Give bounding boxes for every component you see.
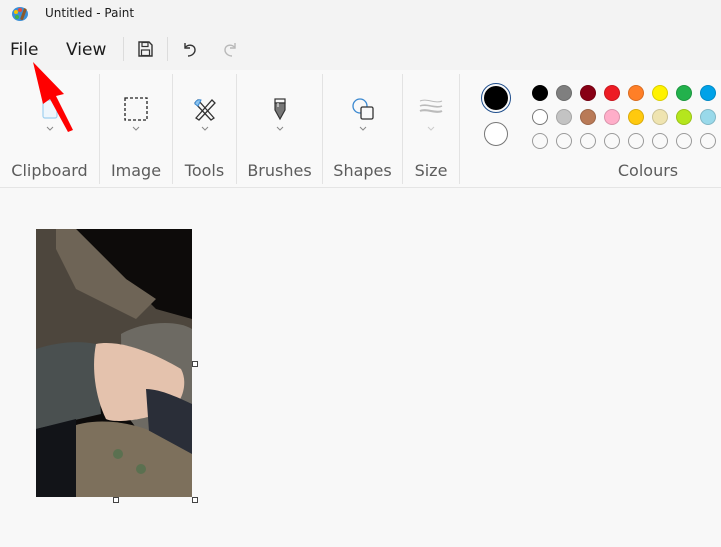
colour-swatch[interactable] — [580, 109, 596, 125]
colour-swatch[interactable] — [676, 85, 692, 101]
colour-swatch[interactable] — [652, 85, 668, 101]
colour-swatch[interactable] — [700, 109, 716, 125]
colours-group: Colours — [460, 70, 721, 188]
resize-handle-corner[interactable] — [192, 497, 198, 503]
colour-swatch[interactable] — [556, 85, 572, 101]
chevron-down-icon — [276, 126, 283, 131]
colour-swatch[interactable] — [604, 133, 620, 149]
menu-bar: File View — [0, 28, 721, 70]
clipboard-group[interactable]: Clipboard — [0, 74, 99, 184]
ribbon: Clipboard Image Tools Brushes Shapes Siz… — [0, 70, 721, 188]
brush-icon — [273, 98, 286, 121]
brushes-group[interactable]: Brushes — [237, 74, 322, 184]
image-group[interactable]: Image — [100, 74, 172, 184]
colour-swatch[interactable] — [604, 109, 620, 125]
colour-swatch[interactable] — [700, 85, 716, 101]
primary-colour[interactable] — [481, 83, 511, 113]
size-group[interactable]: Size — [403, 74, 459, 184]
colour-swatch[interactable] — [676, 109, 692, 125]
undo-icon[interactable] — [180, 39, 200, 59]
colour-swatch[interactable] — [556, 133, 572, 149]
menu-separator — [123, 37, 124, 61]
colours-label: Colours — [617, 161, 679, 180]
primary-colour-fill — [484, 86, 508, 110]
size-label: Size — [414, 161, 448, 180]
image-label: Image — [110, 161, 162, 180]
save-icon[interactable] — [135, 39, 155, 59]
colour-swatch[interactable] — [628, 133, 644, 149]
title-bar: Untitled - Paint — [0, 0, 721, 28]
chevron-down-icon — [46, 126, 53, 131]
colour-swatch[interactable] — [556, 109, 572, 125]
resize-handle-right[interactable] — [192, 361, 198, 367]
shapes-label: Shapes — [333, 161, 392, 180]
colour-swatch[interactable] — [580, 133, 596, 149]
shapes-group[interactable]: Shapes — [323, 74, 402, 184]
colour-swatch[interactable] — [604, 85, 620, 101]
colour-swatch[interactable] — [580, 85, 596, 101]
window-title: Untitled - Paint — [45, 6, 135, 20]
tools-label: Tools — [184, 161, 225, 180]
chevron-down-icon — [427, 126, 435, 131]
colour-swatch[interactable] — [700, 133, 716, 149]
menu-separator — [167, 37, 168, 61]
tools-icon — [193, 99, 216, 121]
paint-palette-icon — [12, 7, 28, 21]
chevron-down-icon — [359, 126, 366, 131]
colour-swatch[interactable] — [628, 85, 644, 101]
canvas-image[interactable] — [36, 229, 192, 497]
shapes-icon — [351, 98, 374, 120]
secondary-colour[interactable] — [484, 122, 508, 146]
colour-swatch[interactable] — [532, 85, 548, 101]
redo-icon[interactable] — [220, 39, 240, 59]
tools-group[interactable]: Tools — [173, 74, 236, 184]
chevron-down-icon — [201, 126, 208, 131]
menu-view[interactable]: View — [66, 40, 106, 60]
colour-swatch[interactable] — [652, 133, 668, 149]
colour-swatch[interactable] — [628, 109, 644, 125]
clipboard-label: Clipboard — [11, 161, 88, 180]
menu-file[interactable]: File — [10, 40, 38, 60]
size-icon — [419, 99, 443, 113]
colour-swatch[interactable] — [532, 109, 548, 125]
selection-icon — [124, 97, 148, 121]
resize-handle-bottom[interactable] — [113, 497, 119, 503]
clipboard-icon — [41, 99, 58, 119]
brushes-label: Brushes — [247, 161, 312, 180]
chevron-down-icon — [132, 126, 140, 131]
colour-swatch[interactable] — [532, 133, 548, 149]
cat-photo — [36, 229, 192, 497]
colour-swatch[interactable] — [652, 109, 668, 125]
colour-swatch[interactable] — [676, 133, 692, 149]
